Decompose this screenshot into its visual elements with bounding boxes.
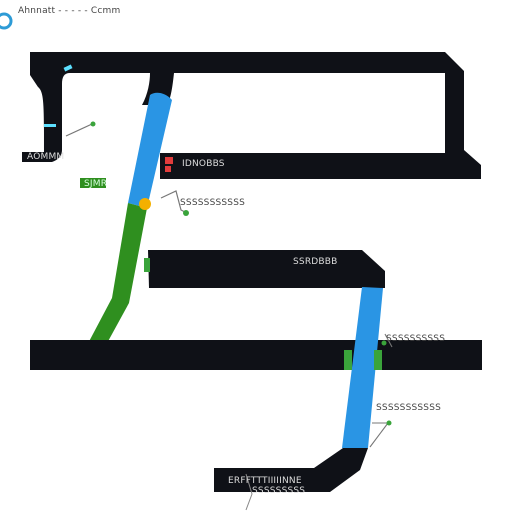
brand-text: Ahnnatt - - - - - Ccmm: [18, 6, 120, 16]
logo-ring-icon: [0, 12, 13, 30]
pointer-line-1: [65, 123, 93, 137]
lower-rail: [30, 340, 482, 370]
middle-rail: [148, 250, 385, 288]
green-junction-3: [374, 350, 382, 370]
label-bottom-underline: SSSSSSSSS: [252, 486, 305, 496]
label-bottom-track: ERFFTTTIIIIINNE: [228, 476, 302, 486]
pointer-dot-2: [183, 210, 189, 216]
label-upper-track: IDNOBBS: [182, 159, 225, 169]
top-left-branding: Ahnnatt - - - - - Ccmm: [0, 6, 120, 30]
label-right-note: SSSSSSSSSS: [386, 334, 445, 344]
diagram-canvas: Ahnnatt - - - - - Ccmm AOMMM SJMR IDNOBB…: [0, 6, 482, 511]
label-green-tag: SJMR: [84, 179, 107, 189]
cyan-tick-2: [44, 124, 56, 127]
label-middle-track: SSRDBBB: [293, 257, 338, 267]
orange-node: [139, 198, 151, 210]
top-rail: [22, 52, 481, 179]
red-marker-1: [165, 157, 173, 164]
label-upper-note: SSSSSSSSSSS: [180, 198, 245, 208]
green-junction-2: [344, 350, 352, 370]
red-marker-2: [165, 166, 171, 172]
pointer-line-3: [369, 422, 390, 448]
pointer-dot-1: [90, 121, 96, 127]
blue-segment-upper: [128, 92, 172, 208]
label-left-box: AOMMM: [27, 152, 64, 162]
label-lower-note: SSSSSSSSSSS: [376, 403, 441, 413]
green-junction-1: [144, 258, 150, 272]
green-segment-upper: [84, 203, 147, 356]
pointer-dot-3: [386, 420, 392, 426]
